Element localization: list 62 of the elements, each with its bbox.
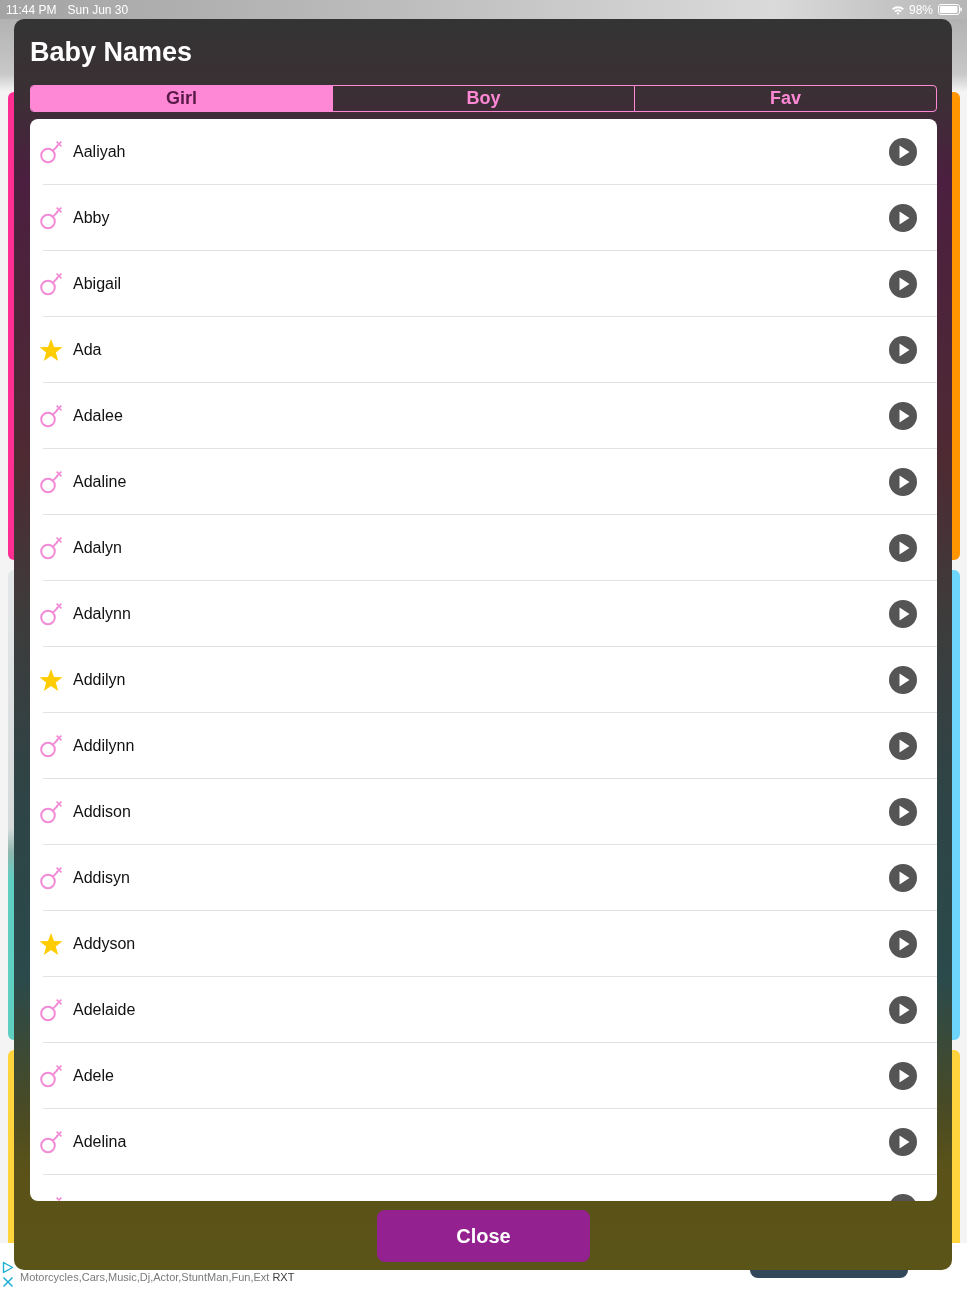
gender-symbol-icon[interactable]: [39, 998, 63, 1022]
play-icon[interactable]: [889, 798, 917, 826]
gender-symbol-icon[interactable]: [39, 140, 63, 164]
baby-name: Addilyn: [73, 670, 126, 690]
close-icon[interactable]: [2, 1276, 14, 1288]
baby-name: Adaline: [73, 472, 127, 492]
baby-name: Adalyn: [73, 538, 122, 558]
modal-title: Baby Names: [30, 36, 193, 69]
gender-symbol-icon[interactable]: [39, 734, 63, 758]
gender-symbol-icon[interactable]: [39, 272, 63, 296]
ad-advertiser: RXT: [272, 1271, 295, 1284]
star-icon[interactable]: [39, 338, 63, 362]
gender-symbol-icon[interactable]: [39, 206, 63, 230]
gender-symbol-icon[interactable]: [39, 470, 63, 494]
play-icon[interactable]: [889, 600, 917, 628]
gender-symbol-icon[interactable]: [39, 800, 63, 824]
baby-name: Addilynn: [73, 736, 135, 756]
tab[interactable]: Fav: [634, 86, 936, 111]
ad-text: Motorcycles,Cars,Music,Dj,Actor,StuntMan,Fun,Ext: [20, 1271, 270, 1284]
baby-name: Aaliyah: [73, 142, 126, 162]
status-time: 11:44 PM: [6, 2, 57, 17]
close-button[interactable]: Close: [377, 1210, 590, 1262]
baby-name: Adelaide: [73, 1000, 136, 1020]
baby-name: Addison: [73, 802, 131, 822]
baby-name: Addyson: [73, 934, 136, 954]
star-icon[interactable]: [39, 932, 63, 956]
baby-name: Adelina: [73, 1132, 127, 1152]
play-icon[interactable]: [889, 996, 917, 1024]
play-icon[interactable]: [889, 732, 917, 760]
baby-name: Adele: [73, 1066, 114, 1086]
play-icon[interactable]: [889, 402, 917, 430]
status-date: Sun Jun 30: [67, 2, 129, 17]
baby-name: Adalynn: [73, 604, 131, 624]
gender-symbol-icon[interactable]: [39, 1130, 63, 1154]
play-icon[interactable]: [889, 468, 917, 496]
play-icon[interactable]: [889, 534, 917, 562]
baby-name: Ada: [73, 340, 102, 360]
play-icon[interactable]: [889, 1062, 917, 1090]
gender-symbol-icon[interactable]: [39, 536, 63, 560]
gender-symbol-icon[interactable]: [39, 1064, 63, 1088]
battery-icon: [938, 4, 962, 15]
baby-name: Abby: [73, 208, 110, 228]
baby-name: Abigail: [73, 274, 122, 294]
play-icon[interactable]: [889, 864, 917, 892]
wifi-icon: [890, 4, 905, 15]
gender-symbol-icon[interactable]: [39, 866, 63, 890]
play-icon[interactable]: [889, 666, 917, 694]
play-icon[interactable]: [889, 1128, 917, 1156]
star-icon[interactable]: [39, 668, 63, 692]
baby-name: Addisyn: [73, 868, 130, 888]
tab[interactable]: Boy: [332, 86, 634, 111]
play-icon[interactable]: [889, 336, 917, 364]
tab[interactable]: Girl: [31, 86, 332, 111]
gender-symbol-icon[interactable]: [39, 602, 63, 626]
play-icon[interactable]: [889, 204, 917, 232]
play-icon[interactable]: [889, 270, 917, 298]
baby-name: Adalee: [73, 406, 123, 426]
triangle-icon[interactable]: [2, 1261, 14, 1274]
battery-percent: 98%: [908, 2, 933, 17]
gender-symbol-icon[interactable]: [39, 404, 63, 428]
play-icon[interactable]: [889, 930, 917, 958]
play-icon[interactable]: [889, 138, 917, 166]
